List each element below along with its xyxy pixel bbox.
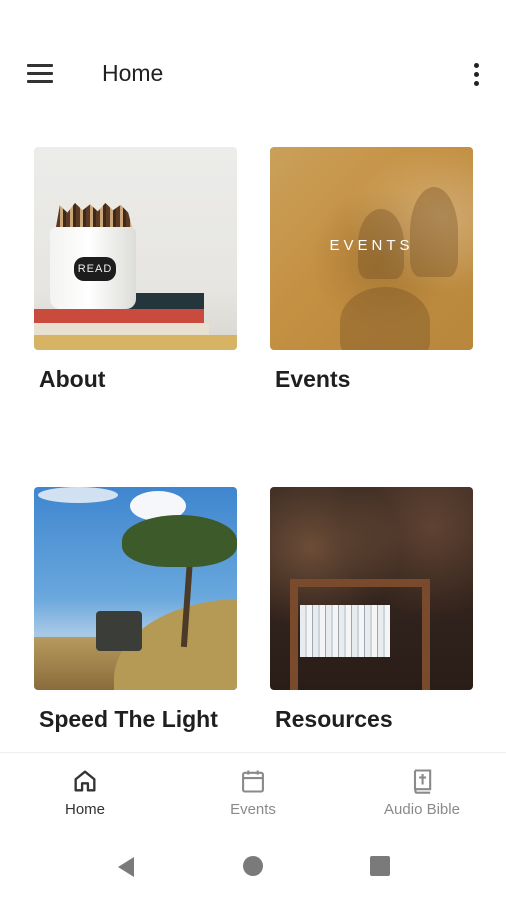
home-icon — [74, 770, 96, 792]
tile-label: Speed The Light — [39, 706, 218, 732]
bible-icon — [413, 769, 432, 794]
calendar-icon — [242, 770, 264, 793]
resources-image — [270, 487, 473, 690]
nav-item-audio-bible[interactable]: Audio Bible — [342, 767, 502, 818]
page-title: Home — [102, 60, 164, 86]
nav-label-audio-bible: Audio Bible — [384, 801, 460, 818]
events-overlay-text: EVENTS — [329, 237, 414, 254]
app-bar: Home — [0, 40, 506, 108]
bottom-navigation: Home Events Audio Bible — [0, 752, 506, 833]
back-triangle-icon[interactable] — [116, 856, 136, 878]
tile-speed-the-light[interactable]: Speed The Light — [34, 487, 237, 733]
tile-about[interactable]: READ About — [34, 147, 237, 393]
nav-item-events[interactable]: Events — [173, 767, 333, 818]
tile-events[interactable]: EVENTS Events — [270, 147, 473, 393]
tile-label: Resources — [275, 706, 393, 732]
recents-square-icon[interactable] — [370, 856, 390, 876]
speed-the-light-image — [34, 487, 237, 690]
more-vertical-icon[interactable] — [465, 58, 487, 90]
home-circle-icon[interactable] — [243, 856, 263, 876]
about-image: READ — [34, 147, 237, 350]
tile-label: Events — [275, 366, 351, 392]
system-navigation-bar — [0, 832, 506, 900]
events-image: EVENTS — [270, 147, 473, 350]
tile-resources[interactable]: Resources — [270, 487, 473, 733]
nav-label-home: Home — [64, 801, 105, 818]
hamburger-menu-icon[interactable] — [22, 58, 58, 88]
tile-label: About — [39, 366, 106, 392]
nav-label-events: Events — [230, 801, 276, 818]
nav-item-home[interactable]: Home — [5, 767, 165, 818]
